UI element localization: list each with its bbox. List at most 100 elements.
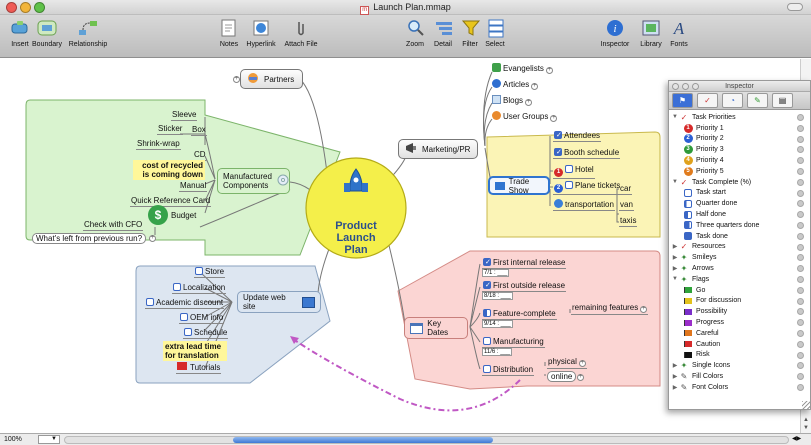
library-item[interactable]: Progress [669,317,810,328]
gear-icon[interactable] [797,135,804,143]
expand-articles-button[interactable]: + [531,83,539,90]
disclosure-closed-icon[interactable]: ▶ [671,373,679,380]
gear-icon[interactable] [797,200,804,208]
expand-blogs-button[interactable]: + [525,99,533,106]
library-item[interactable]: Risk [669,350,810,361]
gear-icon[interactable] [797,351,804,359]
library-item[interactable]: Go [669,285,810,296]
expand-whats-left-button[interactable]: + [149,235,156,242]
tab-progress[interactable]: ◔ [722,93,743,108]
user-groups-topic[interactable]: User Groups + [492,111,558,122]
library-item[interactable]: ▶ ✦ Single Icons [669,360,810,371]
task-checkbox[interactable] [180,313,188,321]
task-checkbox[interactable] [483,337,491,345]
update-web-site-topic[interactable]: Update web site [237,291,321,313]
first-outside-release-topic[interactable]: First outside release [482,281,567,292]
disclosure-closed-icon[interactable]: ▶ [671,243,679,250]
hyperlink-button[interactable]: Hyperlink [243,18,279,48]
store-topic[interactable]: Store [194,267,226,278]
plane-tickets-topic[interactable]: 2 Plane tickets [553,181,622,195]
date-field[interactable]: 7/1 : ___ [482,269,510,277]
van-topic[interactable]: van [619,200,634,211]
library-item[interactable]: Careful [669,328,810,339]
task-checkbox[interactable] [565,181,573,189]
library-item[interactable]: 3 Priority 3 [669,144,810,155]
boundary-button[interactable]: Boundary [29,18,65,48]
manufactured-components-topic[interactable]: Manufactured Components [217,168,290,194]
gear-icon[interactable] [797,340,804,348]
library-item[interactable]: ▶ ✎ Font Colors [669,382,810,393]
tab-notes[interactable]: ▤ [772,93,793,108]
gear-icon[interactable] [797,221,804,229]
library-item[interactable]: Possibility [669,306,810,317]
gear-icon[interactable] [797,232,804,240]
gear-icon[interactable] [797,189,804,197]
gear-icon[interactable] [797,124,804,132]
library-item[interactable]: Half done [669,209,810,220]
manual-topic[interactable]: Manual [179,181,208,192]
feature-complete-topic[interactable]: Feature-complete [482,309,557,320]
expand-physical-button[interactable]: + [578,360,586,367]
academic-discount-topic[interactable]: Academic discount [145,298,225,309]
expand-evangelists-button[interactable]: + [545,67,553,74]
task-done-icon[interactable] [483,258,491,266]
gear-icon[interactable] [797,114,804,121]
gear-icon[interactable] [797,329,804,337]
transportation-topic[interactable]: transportation [553,199,615,211]
trade-show-topic[interactable]: Trade Show [488,176,550,195]
library-item[interactable]: ▶ ✓ Resources [669,242,810,253]
library-item[interactable]: 5 Priority 5 [669,166,810,177]
blogs-topic[interactable]: Blogs + [492,95,533,106]
detail-button[interactable]: Detail [433,18,453,48]
fonts-button[interactable]: A Fonts [667,18,691,48]
marketing-topic[interactable]: Marketing/PR [398,139,478,159]
evangelists-topic[interactable]: Evangelists + [492,63,553,74]
gear-icon[interactable] [797,211,804,219]
filter-button[interactable]: Filter [460,18,481,48]
central-topic[interactable]: Product Launch Plan [306,220,406,256]
gear-icon[interactable] [797,167,804,175]
oem-info-topic[interactable]: OEM info [179,313,225,324]
taxis-topic[interactable]: taxis [619,216,638,227]
inspector-close-button[interactable] [672,83,679,90]
box-topic[interactable]: Box [191,125,207,136]
task-done-icon[interactable] [554,131,562,139]
check-with-cfo-topic[interactable]: Check with CFO [83,220,144,231]
library-item[interactable]: Task start [669,188,810,199]
progress-icon[interactable] [483,309,491,317]
library-item[interactable]: ▶ ✎ Fill Colors [669,371,810,382]
lead-time-note[interactable]: extra lead time for translation [163,341,227,361]
gear-icon[interactable] [797,178,804,186]
task-done-icon[interactable] [483,281,491,289]
task-checkbox[interactable] [146,298,154,306]
task-done-icon[interactable] [554,148,562,156]
toolbar-toggle-button[interactable] [787,3,803,11]
expand-user-groups-button[interactable]: + [550,115,558,122]
gear-icon[interactable] [797,362,804,370]
disclosure-open-icon[interactable]: ▼ [671,114,679,120]
disclosure-open-icon[interactable]: ▼ [671,276,679,282]
gear-icon[interactable] [797,319,804,327]
library-item[interactable]: Task done [669,231,810,242]
gear-icon[interactable] [797,146,804,154]
budget-topic[interactable]: $ Budget [148,205,196,225]
task-checkbox[interactable] [483,365,491,373]
gear-icon[interactable] [797,157,804,165]
gear-icon[interactable] [797,286,804,294]
zoom-button[interactable]: Zoom [405,18,425,48]
task-checkbox[interactable] [184,328,192,336]
car-topic[interactable]: car [619,184,633,195]
online-topic[interactable]: online [547,371,577,382]
sticker-topic[interactable]: Sticker [157,124,184,135]
library-item[interactable]: For discussion [669,296,810,307]
gear-icon[interactable] [797,265,804,273]
physical-topic[interactable]: physical + [547,357,587,369]
library-item[interactable]: ▼ ✓ Task Priorities [669,112,810,123]
inspector-button[interactable]: i Inspector [597,18,633,48]
library-item[interactable]: ▶ ✦ Arrows [669,263,810,274]
first-internal-release-topic[interactable]: First internal release [482,258,567,269]
gear-icon[interactable] [797,297,804,305]
key-dates-topic[interactable]: Key Dates [404,317,468,339]
select-button[interactable]: Select [485,18,505,48]
tab-icons[interactable]: ⚑ [672,93,693,108]
